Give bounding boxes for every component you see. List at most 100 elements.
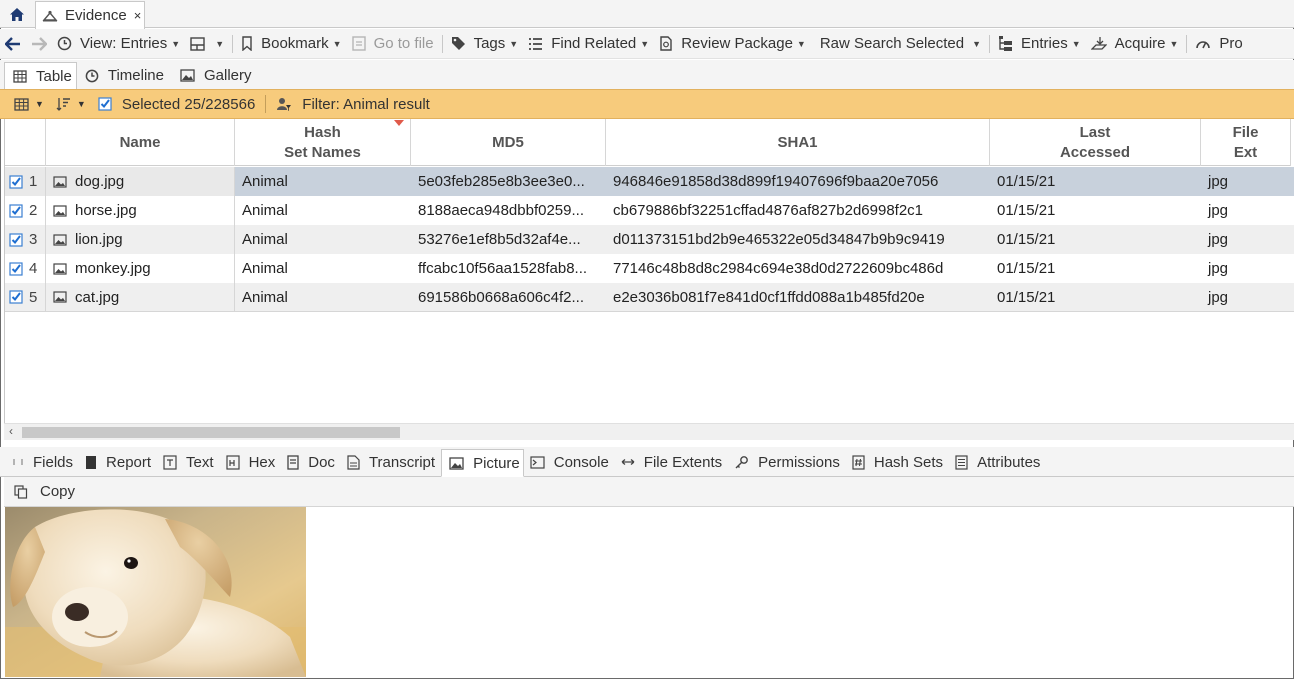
table-row[interactable]: 4 monkey.jpg Animal ffcabc10f56aa1528fab…: [5, 254, 1294, 283]
image-file-icon: [53, 291, 67, 303]
tab-picture[interactable]: Picture: [441, 449, 524, 477]
sha1-cell[interactable]: 946846e91858d38d899f19407696f9baa20e7056: [606, 167, 990, 196]
tab-fields[interactable]: Fields: [0, 448, 79, 476]
checkbox-checked-icon[interactable]: [9, 261, 23, 276]
transcript-icon: [347, 454, 360, 470]
hash-set-cell[interactable]: Animal: [235, 254, 411, 283]
bookmark-dropdown[interactable]: Bookmark ▼: [236, 29, 346, 58]
row-number-header[interactable]: [5, 119, 46, 166]
columns-dropdown[interactable]: ▼: [0, 97, 50, 111]
chevron-down-icon: ▼: [1071, 38, 1081, 49]
checkbox-checked-icon[interactable]: [9, 290, 23, 304]
name-cell[interactable]: monkey.jpg: [46, 254, 235, 283]
md5-cell[interactable]: 53276e1ef8b5d32af4e...: [411, 225, 606, 254]
last-accessed-cell[interactable]: 01/15/21: [990, 283, 1201, 312]
horizontal-scrollbar[interactable]: ‹: [4, 423, 1294, 440]
file-ext-cell[interactable]: jpg: [1201, 167, 1291, 196]
back-button[interactable]: [0, 29, 26, 58]
entries-dropdown[interactable]: Entries ▼: [993, 29, 1086, 58]
hash-set-cell[interactable]: Animal: [235, 225, 411, 254]
file-ext-cell[interactable]: jpg: [1201, 283, 1291, 312]
name-cell[interactable]: horse.jpg: [46, 196, 235, 225]
tab-attributes[interactable]: Attributes: [949, 448, 1046, 476]
sha1-cell[interactable]: e2e3036b081f7e841d0cf1ffdd088a1b485fd20e: [606, 283, 990, 312]
tab-evidence[interactable]: Evidence ×: [35, 1, 145, 29]
column-header-file-ext[interactable]: File Ext: [1201, 119, 1291, 166]
acquire-dropdown[interactable]: Acquire ▼: [1086, 29, 1184, 58]
picture-toolbar: Copy: [4, 477, 1294, 507]
hash-set-cell[interactable]: Animal: [235, 283, 411, 312]
md5-cell[interactable]: 5e03feb285e8b3ee3e0...: [411, 167, 606, 196]
home-button[interactable]: [4, 3, 30, 25]
last-accessed-cell[interactable]: 01/15/21: [990, 225, 1201, 254]
column-header-name[interactable]: Name: [46, 119, 235, 166]
tags-dropdown[interactable]: Tags ▼: [446, 29, 524, 58]
sha1-cell[interactable]: 77146c48b8d8c2984c694e38d0d2722609bc486d: [606, 254, 990, 283]
table-row[interactable]: 2 horse.jpg Animal 8188aeca948dbbf0259..…: [5, 196, 1294, 225]
toolbar-divider: [1186, 34, 1188, 53]
tab-table[interactable]: Table: [4, 62, 77, 89]
md5-cell[interactable]: 691586b0668a606c4f2...: [411, 283, 606, 312]
tab-transcript[interactable]: Transcript: [341, 448, 441, 476]
checkbox-checked-icon[interactable]: [9, 174, 23, 189]
column-header-hash-set-names[interactable]: Hash Set Names: [235, 119, 411, 166]
go-to-file-button[interactable]: Go to file: [347, 29, 439, 58]
checkbox-checked-icon[interactable]: [9, 203, 23, 218]
tab-doc[interactable]: Doc: [281, 448, 341, 476]
file-name: cat.jpg: [75, 288, 120, 306]
tab-report[interactable]: Report: [79, 448, 157, 476]
chevron-down-icon: ▼: [640, 38, 650, 49]
find-related-dropdown[interactable]: Find Related ▼: [523, 29, 654, 58]
checkbox-checked-icon: [98, 97, 112, 111]
close-tab-button[interactable]: ×: [134, 8, 142, 23]
table-row[interactable]: 5 cat.jpg Animal 691586b0668a606c4f2... …: [5, 282, 1294, 312]
file-ext-cell[interactable]: jpg: [1201, 254, 1291, 283]
layout-dropdown[interactable]: ▼: [185, 29, 229, 58]
evidence-icon: [42, 10, 58, 21]
tab-gallery[interactable]: Gallery: [172, 62, 260, 89]
sha1-cell[interactable]: d011373151bd2b9e465322e05d34847b9b9c9419: [606, 225, 990, 254]
column-header-md5[interactable]: MD5: [411, 119, 606, 166]
hash-set-cell[interactable]: Animal: [235, 167, 411, 196]
tab-file-extents[interactable]: File Extents: [615, 448, 728, 476]
raw-search-selected-dropdown[interactable]: Raw Search Selected ▼: [811, 29, 986, 58]
md5-cell[interactable]: 8188aeca948dbbf0259...: [411, 196, 606, 225]
last-accessed-cell[interactable]: 01/15/21: [990, 196, 1201, 225]
tab-timeline[interactable]: Timeline: [77, 62, 172, 89]
sha1-cell[interactable]: cb679886bf32251cffad4876af827b2d6998f2c1: [606, 196, 990, 225]
last-accessed-cell[interactable]: 01/15/21: [990, 254, 1201, 283]
column-header-last-accessed[interactable]: Last Accessed: [990, 119, 1201, 166]
filter-indicator[interactable]: Filter: Animal result: [270, 96, 436, 113]
scrollbar-thumb[interactable]: [22, 427, 400, 438]
last-accessed-cell[interactable]: 01/15/21: [990, 167, 1201, 196]
copy-button[interactable]: Copy: [4, 483, 75, 500]
chevron-down-icon: ▼: [332, 38, 342, 49]
file-ext-cell[interactable]: jpg: [1201, 196, 1291, 225]
name-cell[interactable]: dog.jpg: [46, 167, 235, 196]
name-cell[interactable]: cat.jpg: [46, 282, 235, 312]
table-row[interactable]: 1 dog.jpg Animal 5e03feb285e8b3ee3e0... …: [5, 167, 1294, 196]
tab-transcript-label: Transcript: [368, 453, 436, 471]
tab-hex[interactable]: Hex: [220, 448, 282, 476]
review-package-dropdown[interactable]: Review Package ▼: [654, 29, 811, 58]
checkbox-checked-icon[interactable]: [9, 232, 23, 247]
md5-cell[interactable]: ffcabc10f56aa1528fab8...: [411, 254, 606, 283]
scroll-left-icon[interactable]: ‹: [9, 424, 13, 438]
name-cell[interactable]: lion.jpg: [46, 225, 235, 254]
forward-button[interactable]: [26, 29, 52, 58]
hash-set-cell[interactable]: Animal: [235, 196, 411, 225]
tab-console[interactable]: Console: [524, 448, 615, 476]
sha1-value: d011373151bd2b9e465322e05d34847b9b9c9419: [613, 231, 945, 248]
selected-count[interactable]: Selected 25/228566: [92, 96, 261, 113]
tab-permissions[interactable]: Permissions: [728, 448, 846, 476]
file-ext-cell[interactable]: jpg: [1201, 225, 1291, 254]
tab-text[interactable]: Text: [157, 448, 220, 476]
forward-arrow-icon: [32, 36, 47, 51]
tab-hash-sets[interactable]: Hash Sets: [846, 448, 949, 476]
table-row[interactable]: 3 lion.jpg Animal 53276e1ef8b5d32af4e...…: [5, 225, 1294, 254]
view-entries-dropdown[interactable]: View: Entries ▼: [52, 29, 185, 58]
process-dropdown[interactable]: Pro: [1190, 29, 1247, 58]
column-header-sha1[interactable]: SHA1: [606, 119, 990, 166]
table-icon: [13, 69, 27, 83]
sort-dropdown[interactable]: ▼: [50, 97, 92, 111]
